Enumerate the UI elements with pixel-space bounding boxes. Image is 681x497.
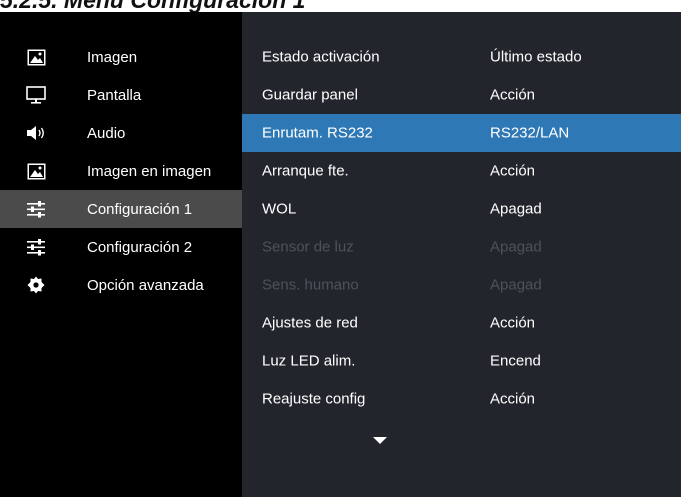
sidebar-item-opcion-avanzada[interactable]: Opción avanzada: [0, 266, 242, 304]
setting-row-ajustes-de-red[interactable]: Ajustes de red Acción: [242, 304, 681, 342]
sidebar-item-label: Imagen en imagen: [87, 162, 212, 180]
sliders-icon: [26, 237, 46, 257]
setting-row-luz-led-alim[interactable]: Luz LED alim. Encend: [242, 342, 681, 380]
setting-row-estado-activacion[interactable]: Estado activación Último estado: [242, 38, 681, 76]
sidebar: Imagen Pantalla Audio Imagen en imagen C…: [0, 12, 242, 497]
setting-name: Guardar panel: [262, 86, 358, 104]
chevron-down-icon[interactable]: [373, 432, 387, 444]
image-icon: [26, 47, 46, 67]
setting-value: Apagad: [490, 200, 542, 218]
monitor-icon: [26, 85, 46, 105]
sidebar-item-label: Configuración 2: [87, 238, 193, 256]
sidebar-item-configuracion-2[interactable]: Configuración 2: [0, 228, 242, 266]
setting-name: Estado activación: [262, 48, 380, 66]
osd-menu-screen: Imagen Pantalla Audio Imagen en imagen C…: [0, 12, 681, 497]
gear-icon: [26, 275, 46, 295]
setting-value: Encend: [490, 352, 541, 370]
setting-name: Sensor de luz: [262, 238, 354, 256]
setting-row-reajuste-config[interactable]: Reajuste config Acción: [242, 380, 681, 418]
setting-value: Acción: [490, 162, 536, 180]
sidebar-item-audio[interactable]: Audio: [0, 114, 242, 152]
setting-value: RS232/LAN: [490, 124, 570, 142]
setting-value: Acción: [490, 314, 536, 332]
document-heading: 5.2.5. Menú Configuración 1: [0, 0, 681, 12]
sidebar-item-label: Pantalla: [87, 86, 142, 104]
setting-value: Apagad: [490, 276, 542, 294]
sidebar-item-label: Audio: [87, 124, 126, 142]
sidebar-item-pantalla[interactable]: Pantalla: [0, 76, 242, 114]
setting-row-sensor-de-luz: Sensor de luz Apagad: [242, 228, 681, 266]
sidebar-item-configuracion-1[interactable]: Configuración 1: [0, 190, 242, 228]
setting-row-sens-humano: Sens. humano Apagad: [242, 266, 681, 304]
setting-name: Luz LED alim.: [262, 352, 356, 370]
sidebar-item-imagen[interactable]: Imagen: [0, 38, 242, 76]
setting-value: Apagad: [490, 238, 542, 256]
sliders-icon: [26, 199, 46, 219]
sidebar-item-imagen-en-imagen[interactable]: Imagen en imagen: [0, 152, 242, 190]
setting-name: Reajuste config: [262, 390, 366, 408]
setting-name: Arranque fte.: [262, 162, 349, 180]
settings-panel: Estado activación Último estado Guardar …: [242, 12, 681, 497]
setting-value: Acción: [490, 86, 536, 104]
sidebar-item-label: Opción avanzada: [87, 276, 204, 294]
setting-value: Último estado: [490, 48, 582, 66]
setting-row-guardar-panel[interactable]: Guardar panel Acción: [242, 76, 681, 114]
setting-row-enrutam-rs232[interactable]: Enrutam. RS232 RS232/LAN: [242, 114, 681, 152]
setting-row-wol[interactable]: WOL Apagad: [242, 190, 681, 228]
speaker-icon: [26, 123, 46, 143]
picture-in-picture-icon: [26, 161, 46, 181]
setting-value: Acción: [490, 390, 536, 408]
sidebar-item-label: Imagen: [87, 48, 138, 66]
setting-name: Enrutam. RS232: [262, 124, 373, 142]
sidebar-item-label: Configuración 1: [87, 200, 193, 218]
setting-name: WOL: [262, 200, 297, 218]
setting-row-arranque-fte[interactable]: Arranque fte. Acción: [242, 152, 681, 190]
setting-name: Sens. humano: [262, 276, 359, 294]
setting-name: Ajustes de red: [262, 314, 358, 332]
